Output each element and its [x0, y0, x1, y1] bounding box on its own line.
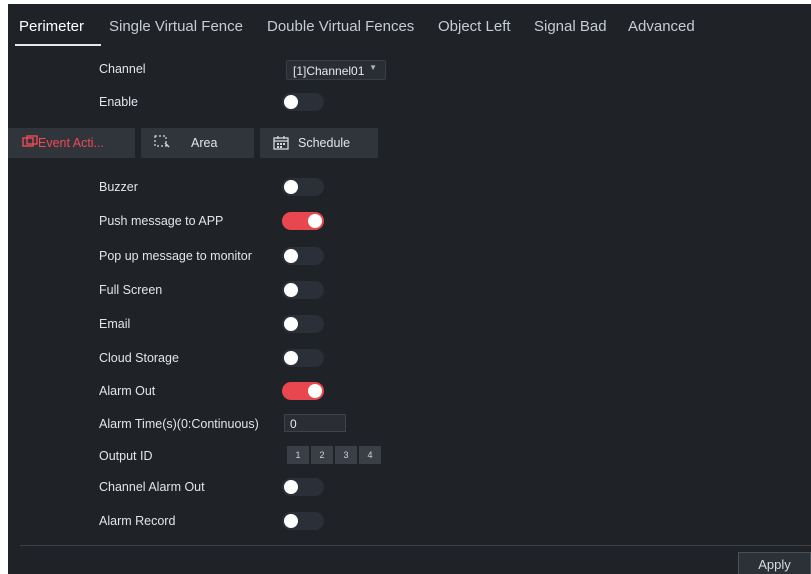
- area-select-icon: [154, 135, 170, 148]
- event-action-icon: [22, 135, 38, 147]
- channel-label: Channel: [99, 62, 146, 76]
- popup-label: Pop up message to monitor: [99, 249, 252, 263]
- tab-advanced[interactable]: Advanced: [628, 18, 695, 35]
- alarm-time-value: 0: [290, 417, 297, 431]
- output-id-4[interactable]: 4: [359, 446, 381, 464]
- apply-button[interactable]: Apply: [738, 552, 811, 574]
- subtab-schedule-label: Schedule: [298, 136, 351, 150]
- toggle-knob: [284, 180, 298, 194]
- subtab-area[interactable]: Area: [141, 128, 254, 158]
- output-id-3[interactable]: 3: [335, 446, 357, 464]
- toggle-knob: [284, 317, 298, 331]
- toggle-knob: [284, 351, 298, 365]
- toggle-knob: [284, 249, 298, 263]
- channel-select[interactable]: [1]Channel01 ▼: [286, 60, 386, 80]
- subtab-schedule[interactable]: Schedule: [260, 128, 378, 158]
- output-id-label: Output ID: [99, 449, 153, 463]
- email-label: Email: [99, 317, 131, 331]
- tab-single-virtual-fence[interactable]: Single Virtual Fence: [109, 18, 243, 35]
- alarm-record-label: Alarm Record: [99, 514, 176, 528]
- buzzer-label: Buzzer: [99, 180, 138, 194]
- tab-object-left[interactable]: Object Left: [438, 18, 511, 35]
- popup-toggle[interactable]: [282, 247, 324, 265]
- alarm-time-label: Alarm Time(s)(0:Continuous): [99, 417, 259, 431]
- settings-panel: Perimeter Single Virtual Fence Double Vi…: [8, 4, 811, 574]
- channel-value: [1]Channel01: [293, 64, 365, 78]
- tab-perimeter[interactable]: Perimeter: [19, 18, 84, 35]
- cloud-storage-label: Cloud Storage: [99, 351, 179, 365]
- full-screen-label: Full Screen: [99, 283, 163, 297]
- toggle-knob: [284, 480, 298, 494]
- channel-alarm-out-toggle[interactable]: [282, 478, 324, 496]
- footer-divider: [20, 545, 811, 546]
- subtab-event-action[interactable]: Event Acti...: [8, 128, 135, 158]
- enable-toggle[interactable]: [282, 93, 324, 111]
- active-tab-indicator: [15, 44, 101, 46]
- subtab-area-label: Area: [191, 136, 218, 150]
- toggle-knob: [308, 214, 322, 228]
- sub-tab-bar: Event Acti... Area Schedule: [8, 128, 811, 158]
- chevron-down-icon: ▼: [369, 63, 377, 72]
- toggle-knob: [284, 283, 298, 297]
- push-app-label: Push message to APP: [99, 214, 224, 228]
- toggle-knob: [308, 384, 322, 398]
- toggle-knob: [284, 514, 298, 528]
- toggle-knob: [284, 95, 298, 109]
- tab-signal-bad[interactable]: Signal Bad: [534, 18, 607, 35]
- output-id-1[interactable]: 1: [287, 446, 309, 464]
- email-toggle[interactable]: [282, 315, 324, 333]
- enable-label: Enable: [99, 95, 138, 109]
- push-app-toggle[interactable]: [282, 212, 324, 230]
- full-screen-toggle[interactable]: [282, 281, 324, 299]
- output-id-2[interactable]: 2: [311, 446, 333, 464]
- calendar-icon: [273, 136, 289, 150]
- alarm-out-toggle[interactable]: [282, 382, 324, 400]
- tab-double-virtual-fences[interactable]: Double Virtual Fences: [267, 18, 414, 35]
- alarm-record-toggle[interactable]: [282, 512, 324, 530]
- tab-bar: Perimeter Single Virtual Fence Double Vi…: [8, 4, 811, 48]
- alarm-time-input[interactable]: 0: [284, 414, 346, 432]
- cloud-storage-toggle[interactable]: [282, 349, 324, 367]
- alarm-out-label: Alarm Out: [99, 384, 156, 398]
- buzzer-toggle[interactable]: [282, 178, 324, 196]
- channel-alarm-out-label: Channel Alarm Out: [99, 480, 205, 494]
- subtab-event-label: Event Acti...: [38, 136, 105, 150]
